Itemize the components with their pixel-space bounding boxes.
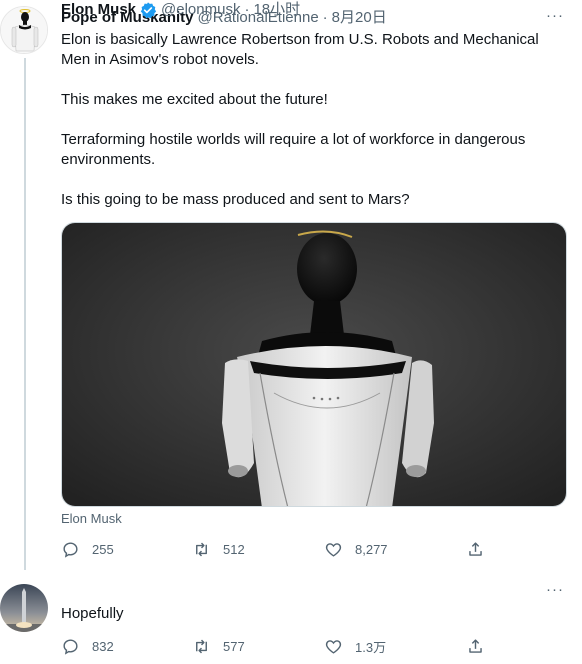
avatar-elonmusk[interactable] bbox=[0, 584, 48, 632]
reply-button[interactable]: 255 bbox=[61, 540, 114, 559]
tweet-time-elonmusk[interactable]: 18小时 bbox=[253, 0, 300, 20]
like-count: 8,277 bbox=[355, 542, 388, 557]
share-button[interactable] bbox=[466, 540, 497, 559]
tweet-paragraph-4: Is this going to be mass produced and se… bbox=[61, 191, 410, 208]
share-button[interactable] bbox=[466, 637, 497, 656]
tweet-actions-elonmusk: 832 577 1.3万 bbox=[61, 637, 491, 661]
retweet-icon bbox=[196, 542, 207, 557]
author-name-elonmusk[interactable]: Elon Musk bbox=[61, 0, 136, 20]
like-button[interactable]: 8,277 bbox=[324, 540, 388, 559]
more-icon[interactable]: ··· bbox=[545, 8, 565, 30]
reply-text: Hopefully bbox=[61, 605, 124, 622]
reply-button[interactable]: 832 bbox=[61, 637, 114, 656]
rocket-avatar-image bbox=[0, 584, 48, 632]
author-handle-elonmusk[interactable]: @elonmusk bbox=[161, 0, 240, 20]
like-button[interactable]: 1.3万 bbox=[324, 637, 386, 656]
reply-count: 255 bbox=[92, 542, 114, 557]
share-icon bbox=[469, 542, 482, 556]
separator-dot: · bbox=[322, 9, 328, 26]
tweet-header-elonmusk: Elon Musk @elonmusk · 18小时 bbox=[61, 0, 300, 20]
avatar-rationaletienne[interactable] bbox=[0, 6, 48, 54]
tweet-media-image[interactable] bbox=[61, 222, 567, 507]
tweet-actions: 255 512 8,277 bbox=[61, 540, 491, 564]
verified-badge-icon bbox=[140, 2, 157, 19]
retweet-button[interactable]: 512 bbox=[192, 540, 245, 559]
separator-dot-elonmusk: · bbox=[244, 1, 250, 18]
like-icon bbox=[325, 543, 342, 557]
thread-line bbox=[24, 58, 26, 570]
media-caption[interactable]: Elon Musk bbox=[61, 511, 122, 527]
robot-photo bbox=[62, 223, 566, 506]
tweet-paragraph-1: Elon is basically Lawrence Robertson fro… bbox=[61, 31, 539, 68]
more-icon[interactable]: ··· bbox=[545, 582, 565, 604]
tweet-time[interactable]: 8月20日 bbox=[332, 8, 387, 28]
tweet-paragraph-3: Terraforming hostile worlds will require… bbox=[61, 131, 526, 168]
like-count: 1.3万 bbox=[355, 640, 387, 655]
reply-icon bbox=[63, 639, 78, 655]
like-icon bbox=[325, 640, 342, 654]
retweet-button[interactable]: 577 bbox=[192, 637, 245, 656]
tweet-paragraph-2: This makes me excited about the future! bbox=[61, 91, 328, 108]
retweet-count: 512 bbox=[223, 542, 245, 557]
reply-icon bbox=[63, 542, 78, 558]
retweet-icon bbox=[196, 639, 207, 654]
reply-count: 832 bbox=[92, 639, 114, 654]
robot-avatar-image bbox=[1, 7, 47, 53]
tweet-rationaletienne[interactable]: Pope of Muskanity @RationalEtienne · 8月2… bbox=[0, 0, 582, 572]
retweet-count: 577 bbox=[223, 639, 245, 654]
share-icon bbox=[469, 639, 482, 653]
